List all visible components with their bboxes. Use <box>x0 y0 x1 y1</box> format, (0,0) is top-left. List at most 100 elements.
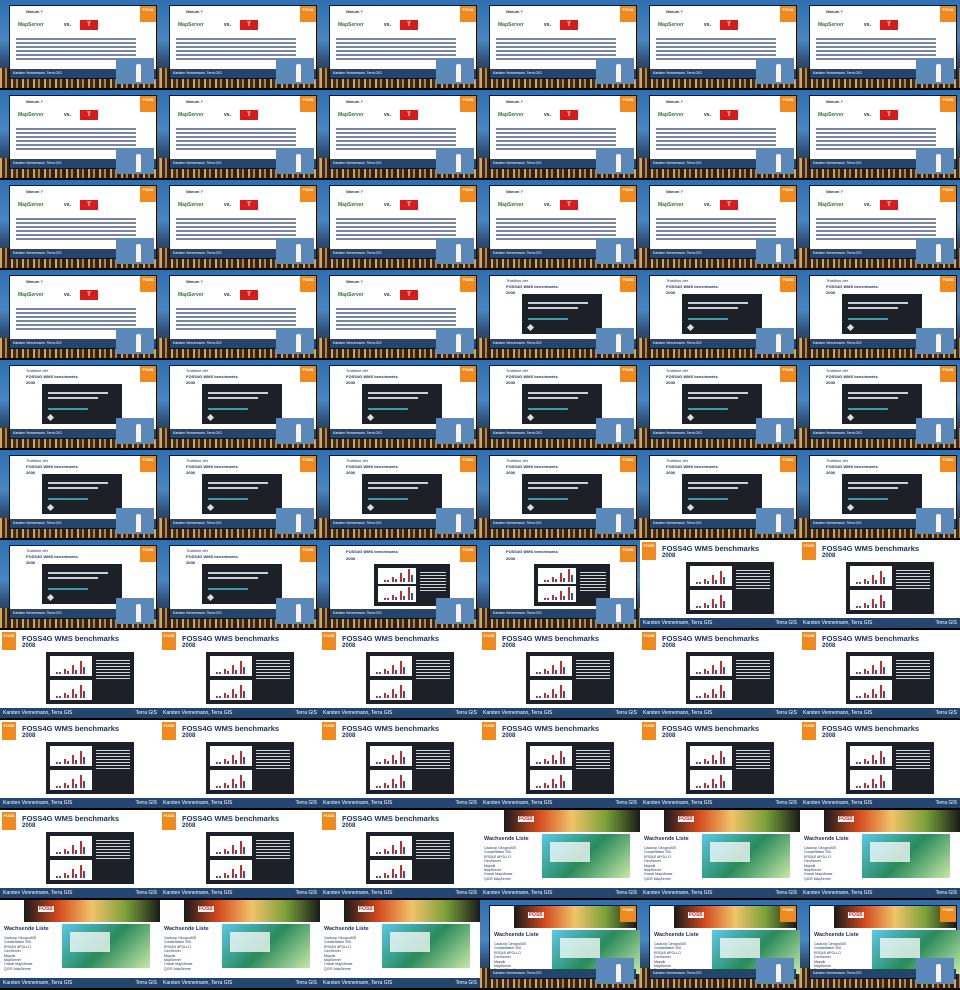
speaker-figure <box>916 958 954 984</box>
bullet-line <box>336 222 456 224</box>
paper-line <box>526 503 535 512</box>
slide-title: FOSS4G WMS benchmarks <box>506 549 558 554</box>
paper-line <box>686 503 695 512</box>
foss4g-logo: FOSS <box>940 456 956 472</box>
slide-year: 2008 <box>346 380 355 385</box>
slide-title: FOSS4G WMS benchmarks <box>22 634 120 643</box>
slide-title: Warum ? <box>26 99 43 104</box>
chart-bar <box>411 575 413 582</box>
slide-frame: FOSS FOSS4G WMS benchmarks 2008 Karsten Ven… <box>160 630 320 718</box>
text-line <box>896 582 930 583</box>
slide-kicker: Tradition der <box>506 458 529 463</box>
bullet-line <box>16 50 136 52</box>
stage-photo: Tradition der FOSS4G WMS benchmarks 2008 Ka… <box>0 540 160 628</box>
thumbnail: FOSS FOSS4G WMS benchmarks 2008 Karsten Ven… <box>160 810 320 898</box>
stage-photo: Tradition der FOSS4G WMS benchmarks 2008 Ka… <box>160 360 320 448</box>
chart-bar <box>379 672 381 674</box>
foss4g-logo: FOSS <box>482 632 496 650</box>
slide-title: Warum ? <box>186 189 203 194</box>
text-line <box>416 753 450 754</box>
text-line <box>96 753 130 754</box>
paper-line <box>686 323 695 332</box>
text-line <box>896 759 930 760</box>
paper-screenshot <box>842 294 922 334</box>
slide-title: FOSS4G WMS benchmarks <box>346 549 398 554</box>
thumbnail: Tradition der FOSS4G WMS benchmarks 2008 Ka… <box>480 270 640 358</box>
foss4g-logo: FOSS <box>162 632 176 650</box>
slide-title: Warum ? <box>346 9 363 14</box>
text-line <box>736 669 770 670</box>
slide-year: 2008 <box>662 553 676 559</box>
slide-title: Wachsende Liste <box>164 926 209 932</box>
conference-banner: FOSS <box>184 900 320 922</box>
thumbnail: Tradition der FOSS4G WMS benchmarks 2008 Ka… <box>160 360 320 448</box>
text-line <box>416 666 450 667</box>
chart-bar <box>216 852 218 854</box>
results-text <box>256 838 290 861</box>
chart-bar <box>560 573 562 582</box>
text-line <box>736 765 770 766</box>
stage-photo: Tradition der FOSS4G WMS benchmarks 2008 Ka… <box>160 540 320 628</box>
footer-brand: Terra GIS <box>615 890 637 896</box>
chart-bar <box>376 672 378 674</box>
chart-bar <box>712 665 714 674</box>
paper-line <box>528 408 568 410</box>
chart-bar <box>696 582 698 584</box>
paper-screenshot <box>362 474 442 514</box>
text-line <box>896 588 930 589</box>
foss4g-logo: FOSS <box>620 186 636 202</box>
chart-bar <box>80 661 82 674</box>
text-line <box>416 756 450 757</box>
slide-footer: Karsten Vennemann, Terra GISTerra GIS <box>640 798 800 808</box>
bullet-line <box>496 38 616 40</box>
chart-bar <box>67 851 69 854</box>
foss4g-logo: FOSS <box>780 366 796 382</box>
chart-bar <box>880 685 882 698</box>
chart-bar <box>56 876 58 878</box>
chart-bar <box>392 779 394 788</box>
results-panel <box>46 832 134 884</box>
footer-brand: Terra GIS <box>295 800 317 806</box>
chart-bar <box>64 759 66 764</box>
foss4g-logo: FOSS <box>780 96 796 112</box>
conference-banner: FOSS <box>824 810 960 832</box>
chart-bar <box>707 785 709 788</box>
vs-label: vs. <box>224 112 231 118</box>
thumbnail: Warum ? MapServer vs. T Karsten Vennemann, T… <box>0 270 160 358</box>
chart-bar <box>723 667 725 674</box>
bullet-line <box>656 38 776 40</box>
chart-bar <box>880 571 882 584</box>
speaker-figure <box>916 328 954 354</box>
chart-bar <box>552 689 554 698</box>
foss4g-logo: FOSS <box>620 96 636 112</box>
chart-bar <box>395 784 397 788</box>
slide-title: FOSS4G WMS benchmarks <box>666 374 718 379</box>
slide-title: Warum ? <box>26 189 43 194</box>
chart-bar <box>56 696 58 698</box>
results-panel <box>366 742 454 794</box>
text-line <box>420 584 446 585</box>
server-list-item: QGIS MapServer <box>804 876 831 881</box>
stage-photo: FOSS Wachsende Liste Cadcorp GeognoSIS Cons… <box>480 900 640 988</box>
bullet-line <box>336 324 456 326</box>
bullet-line <box>16 140 136 142</box>
chart-bar <box>219 852 221 854</box>
chart-bar <box>723 601 725 608</box>
mapserver-logo: MapServer <box>818 202 844 208</box>
slide-year: 2008 <box>186 560 195 565</box>
slide-title: Warum ? <box>506 9 523 14</box>
thumbnail: Warum ? MapServer vs. T Karsten Vennemann, T… <box>160 90 320 178</box>
chart-bar <box>384 669 386 674</box>
slide-year: 2008 <box>506 380 515 385</box>
text-line <box>736 579 770 580</box>
chart-bar <box>219 762 221 764</box>
bullet-line <box>816 230 936 232</box>
text-line <box>580 587 606 588</box>
foss4g-logo: FOSS <box>802 722 816 740</box>
paper-line <box>848 408 888 410</box>
t-logo: T <box>80 20 98 30</box>
foss4g-logo: FOSS <box>322 722 336 740</box>
paper-line <box>48 482 108 484</box>
bullet-line <box>176 140 296 142</box>
text-line <box>96 756 130 757</box>
